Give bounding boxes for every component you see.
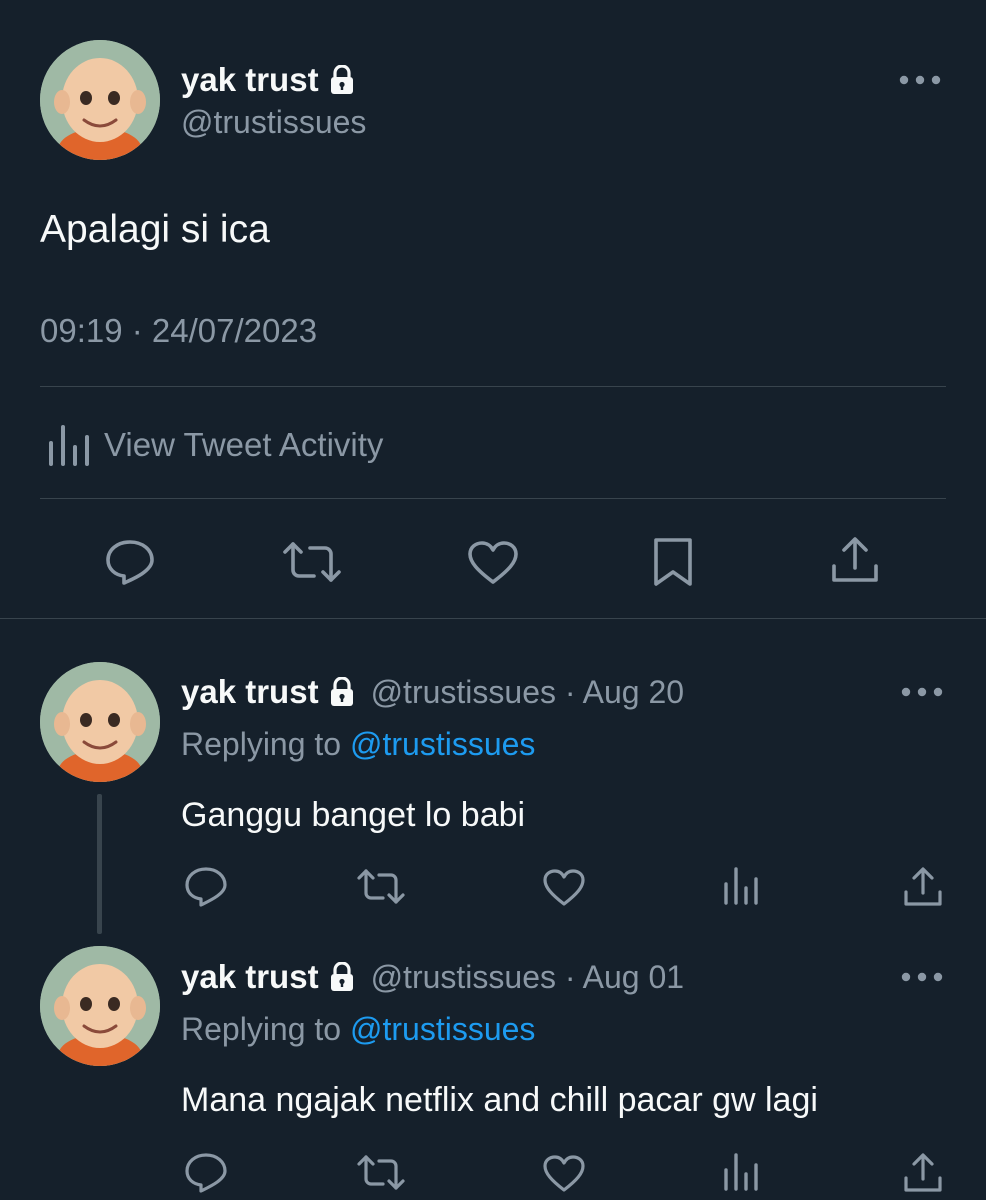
retweet-icon[interactable]: [282, 540, 342, 584]
replying-to: Replying to @trustissues: [181, 726, 535, 763]
divider: [40, 386, 946, 387]
thread-line: [97, 794, 102, 934]
lock-icon: [330, 65, 353, 94]
reply-header: yak trust @trustissues · Aug 01: [181, 958, 684, 996]
reply-meta[interactable]: @trustissues · Aug 20: [371, 674, 685, 711]
divider: [0, 618, 986, 619]
tweet-timestamp[interactable]: 09:19 · 24/07/2023: [40, 312, 317, 350]
reply-meta[interactable]: @trustissues · Aug 01: [371, 959, 685, 996]
reply-icon[interactable]: [104, 538, 156, 586]
tweet-author-row: yak trust: [181, 61, 355, 99]
heart-icon[interactable]: [467, 540, 519, 586]
retweet-icon[interactable]: [356, 868, 406, 906]
author-name[interactable]: yak trust: [181, 61, 319, 99]
avatar[interactable]: [40, 662, 160, 782]
reply-header: yak trust @trustissues · Aug 20: [181, 673, 684, 711]
share-icon[interactable]: [902, 866, 944, 908]
more-icon[interactable]: [897, 682, 947, 702]
heart-icon[interactable]: [542, 868, 586, 908]
analytics-icon: [49, 425, 89, 466]
heart-icon[interactable]: [542, 1154, 586, 1194]
retweet-icon[interactable]: [356, 1154, 406, 1192]
replying-to-handle[interactable]: @trustissues: [350, 1011, 535, 1047]
avatar[interactable]: [40, 40, 160, 160]
reply-text: Ganggu banget lo babi: [181, 796, 526, 834]
reply-icon[interactable]: [184, 866, 228, 908]
replying-to-handle[interactable]: @trustissues: [350, 726, 535, 762]
replying-to-label: Replying to: [181, 726, 342, 762]
tweet-text: Apalagi si ica: [40, 208, 270, 251]
author-handle[interactable]: @trustissues: [181, 104, 366, 141]
analytics-icon[interactable]: [722, 1152, 762, 1192]
bookmark-icon[interactable]: [652, 536, 694, 588]
reply-icon[interactable]: [184, 1152, 228, 1194]
share-icon[interactable]: [902, 1152, 944, 1194]
divider: [40, 498, 946, 499]
analytics-icon[interactable]: [722, 866, 762, 906]
view-tweet-activity[interactable]: View Tweet Activity: [46, 423, 383, 467]
replying-to-label: Replying to: [181, 1011, 342, 1047]
reply-text: Mana ngajak netflix and chill pacar gw l…: [181, 1081, 818, 1119]
more-icon[interactable]: [897, 967, 947, 987]
lock-icon: [330, 962, 353, 991]
author-name[interactable]: yak trust: [181, 673, 319, 711]
author-name[interactable]: yak trust: [181, 958, 319, 996]
share-icon[interactable]: [830, 536, 880, 586]
avatar[interactable]: [40, 946, 160, 1066]
view-tweet-activity-label: View Tweet Activity: [104, 426, 384, 463]
more-icon[interactable]: [895, 70, 945, 90]
lock-icon: [330, 677, 353, 706]
replying-to: Replying to @trustissues: [181, 1011, 535, 1048]
